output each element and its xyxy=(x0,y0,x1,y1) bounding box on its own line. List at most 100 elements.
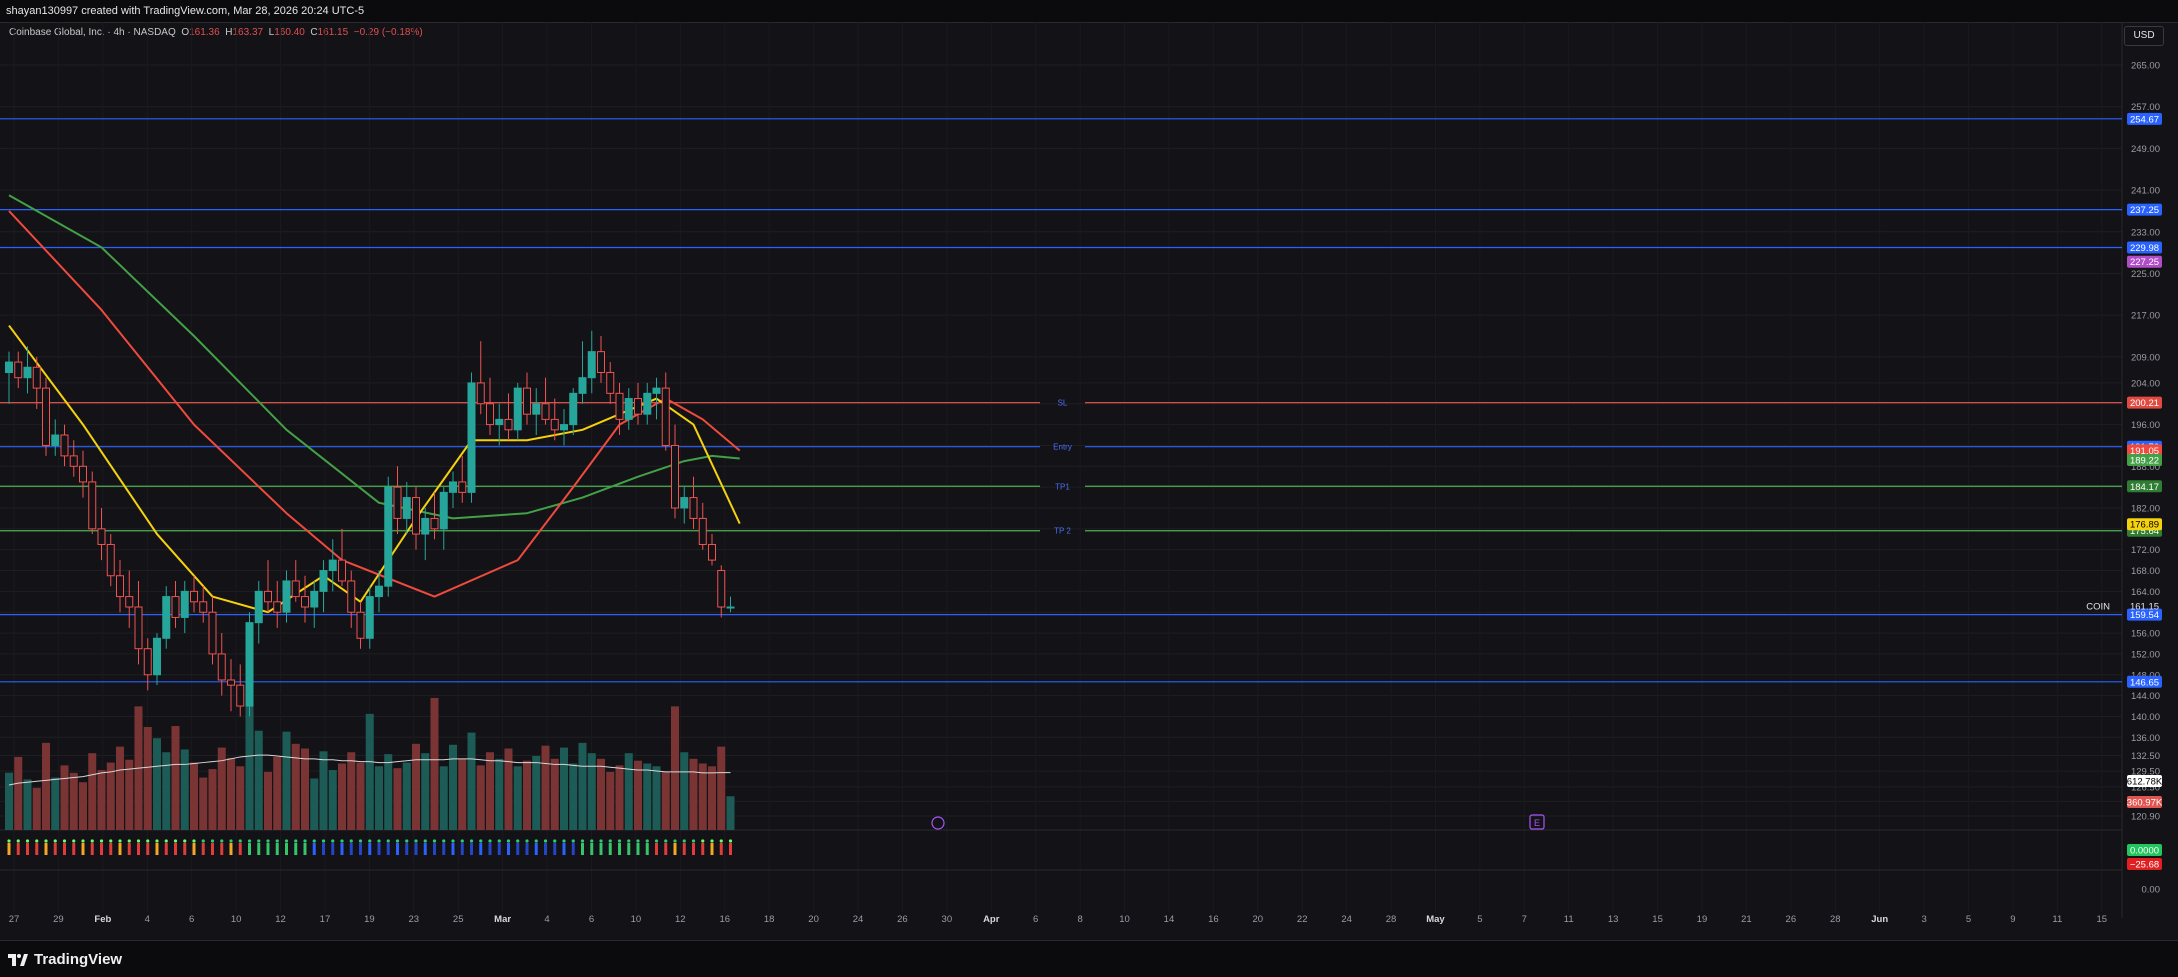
candle-body xyxy=(643,392,652,415)
volume-bar xyxy=(698,763,707,830)
oscillator-bar xyxy=(433,843,436,855)
candle-body xyxy=(301,596,309,608)
price-tick-label: 182.00 xyxy=(2131,503,2160,514)
oscillator-dot xyxy=(275,839,279,843)
time-tick-label: 19 xyxy=(364,914,375,925)
time-tick-label: 24 xyxy=(853,914,864,925)
oscillator-dot xyxy=(423,839,427,843)
time-tick-label: 22 xyxy=(1297,914,1308,925)
candle-body xyxy=(467,382,476,493)
candle-body xyxy=(116,575,124,598)
oscillator-dot xyxy=(109,839,113,843)
oscillator-bar xyxy=(238,843,242,855)
oscillator-dot xyxy=(183,839,187,843)
oscillator-dot xyxy=(229,839,233,843)
oscillator-dot xyxy=(627,839,631,843)
candle-body xyxy=(375,585,383,598)
time-tick-label: 26 xyxy=(897,914,908,925)
oscillator-bar xyxy=(192,843,196,855)
oscillator-bar xyxy=(294,843,298,855)
oscillator-dot xyxy=(562,839,566,843)
oscillator-bar xyxy=(479,843,483,855)
volume-bar xyxy=(486,752,494,830)
level-label: TP1 xyxy=(1055,482,1070,491)
candle-body xyxy=(439,491,448,530)
volume-bar xyxy=(476,765,485,830)
oscillator-bar xyxy=(386,843,390,855)
candle-body xyxy=(541,403,550,420)
candle-body xyxy=(430,517,439,530)
oscillator-dot xyxy=(7,839,11,843)
time-tick-label: 24 xyxy=(1341,914,1352,925)
time-tick-label: 16 xyxy=(1208,914,1219,925)
oscillator-bar xyxy=(682,843,686,855)
volume-bar xyxy=(5,772,13,830)
time-tick-label: 19 xyxy=(1697,914,1708,925)
oscillator-bar xyxy=(220,843,224,855)
time-tick-label: 28 xyxy=(1830,914,1841,925)
oscillator-bar xyxy=(174,843,177,855)
oscillator-dot xyxy=(645,839,649,843)
oscillator-dot xyxy=(118,839,122,843)
price-tick-label: 204.00 xyxy=(2131,378,2160,389)
oscillator-dot xyxy=(479,839,483,843)
oscillator-tick-label: 0.00 xyxy=(2142,885,2161,896)
oscillator-tag-2: −25.68 xyxy=(2130,860,2159,871)
oscillator-dot xyxy=(488,839,492,843)
oscillator-bar xyxy=(211,843,214,855)
time-tick-label: 6 xyxy=(1033,914,1038,925)
volume-bar xyxy=(153,738,161,830)
oscillator-bar xyxy=(44,843,48,855)
oscillator-dot xyxy=(349,839,353,843)
time-tick-label: 29 xyxy=(53,914,64,925)
volume-bar xyxy=(513,766,522,830)
oscillator-dot xyxy=(192,839,196,843)
candle-body xyxy=(578,377,587,394)
price-tick-label: 225.00 xyxy=(2131,269,2160,280)
price-chart[interactable]: SL Entry TP1 TP 2 265.00 257.00 249.00 241.00 23… xyxy=(0,22,2178,940)
volume-bar xyxy=(439,766,448,830)
volume-bar xyxy=(615,765,624,830)
oscillator-bar xyxy=(72,843,76,855)
oscillator-bar xyxy=(137,843,140,855)
oscillator-dot xyxy=(516,839,520,843)
oscillator-dot xyxy=(534,839,538,843)
time-tick-label: Mar xyxy=(494,914,511,925)
oscillator-bar xyxy=(377,843,381,855)
tradingview-logo[interactable]: TradingView xyxy=(8,951,122,968)
candle-body xyxy=(97,528,106,545)
oscillator-dot xyxy=(497,839,501,843)
oscillator-bar xyxy=(229,843,233,855)
volume-ma-tag: 612.78K xyxy=(2127,777,2163,788)
oscillator-dot xyxy=(691,839,696,843)
candle-body xyxy=(254,590,263,624)
candle-body xyxy=(661,387,670,446)
time-tick-label: 27 xyxy=(9,914,20,925)
oscillator-bar xyxy=(627,843,631,855)
candle-body xyxy=(143,648,152,676)
oscillator-bar xyxy=(81,843,85,855)
time-tick-label: 10 xyxy=(631,914,642,925)
volume-bar xyxy=(347,752,356,830)
volume-bar xyxy=(69,772,78,830)
oscillator-dot xyxy=(247,839,252,843)
oscillator-dot xyxy=(44,839,48,843)
candle-body xyxy=(550,418,559,431)
symbol-tag: COIN xyxy=(2086,602,2110,613)
oscillator-dot xyxy=(599,839,603,843)
candle-body xyxy=(60,434,69,457)
candle-body xyxy=(671,444,679,509)
oscillator-dot xyxy=(617,839,622,843)
oscillator-bar xyxy=(100,843,103,855)
oscillator-dot xyxy=(460,839,464,843)
oscillator-bar xyxy=(248,843,251,855)
volume-bar xyxy=(162,752,171,830)
oscillator-bar xyxy=(645,843,649,855)
candle-body xyxy=(615,392,624,420)
volume-bar xyxy=(495,758,504,830)
time-tick-label: 6 xyxy=(189,914,194,925)
volume-bar xyxy=(587,753,596,830)
time-tick-label: 6 xyxy=(589,914,594,925)
oscillator-dot xyxy=(654,839,659,843)
oscillator-dot xyxy=(405,839,409,843)
